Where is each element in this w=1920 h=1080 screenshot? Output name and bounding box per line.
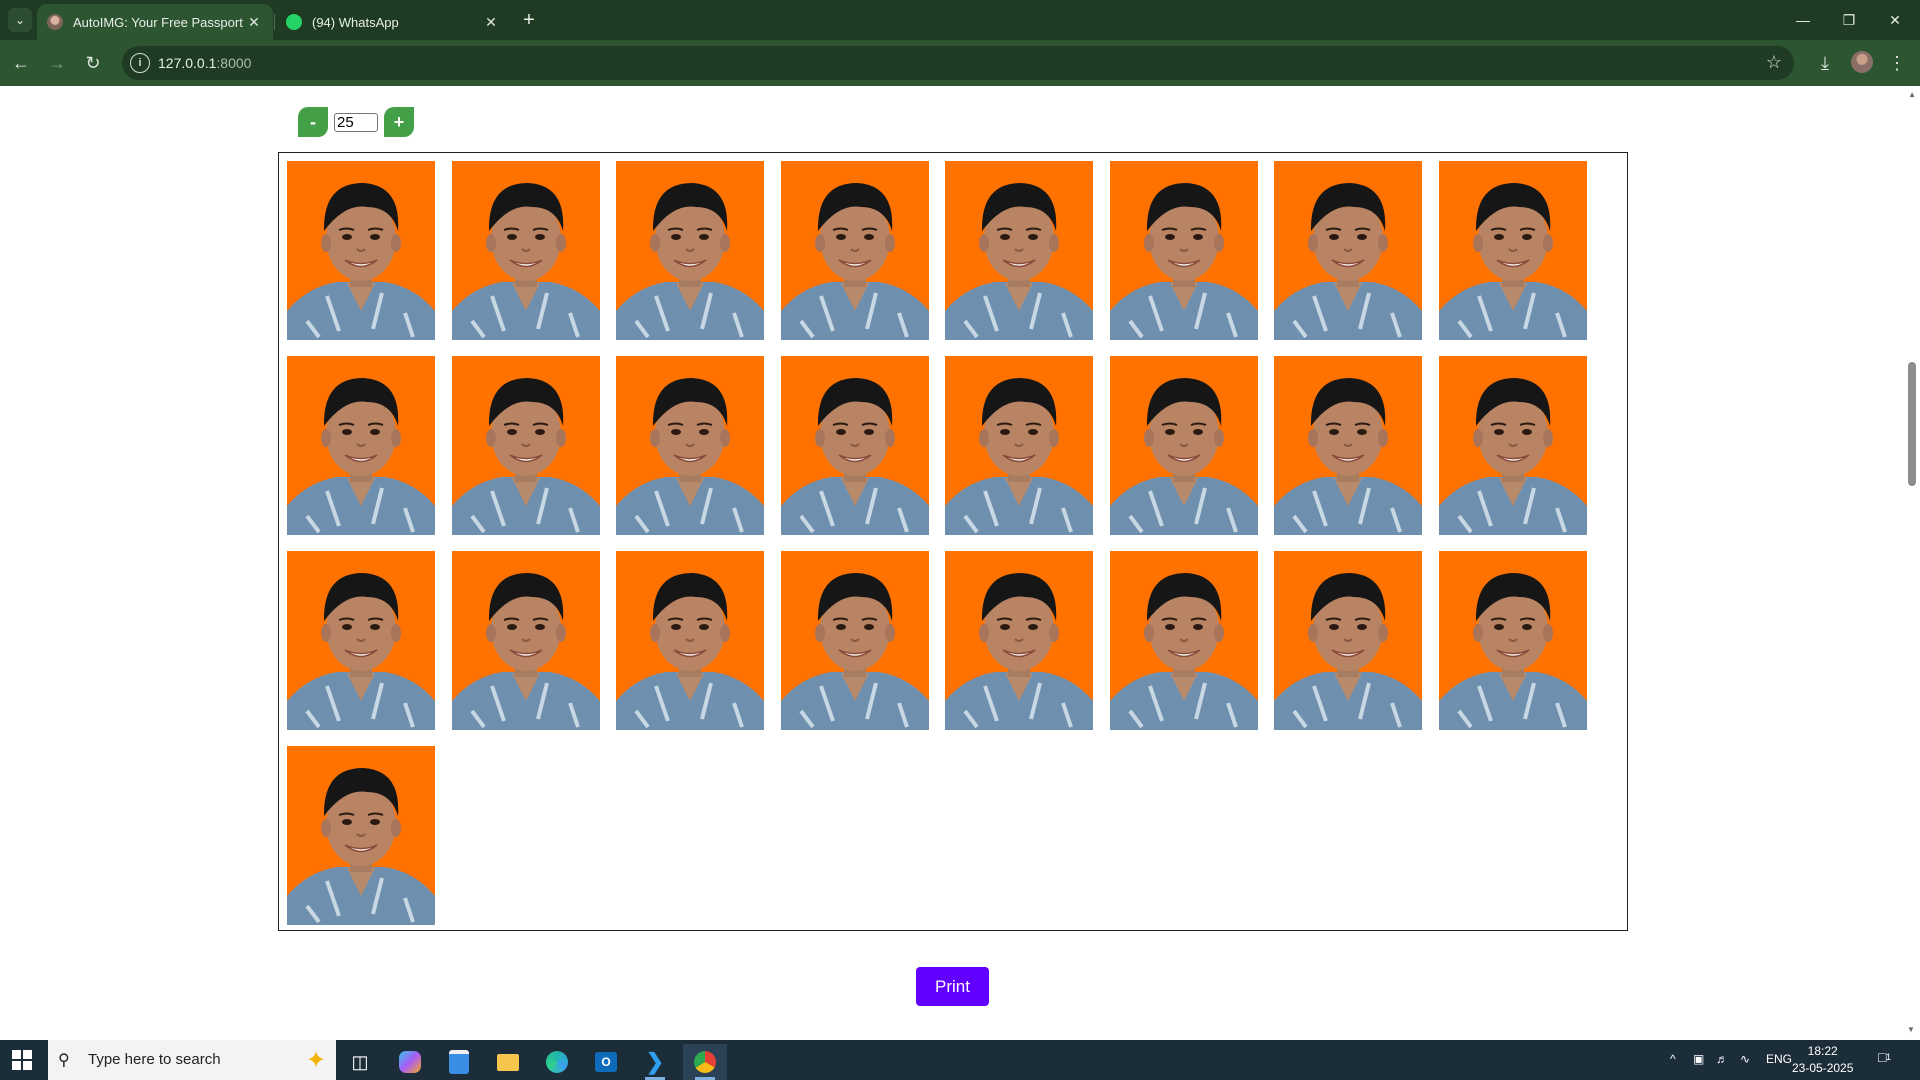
windows-taskbar: ⚲ Type here to search ✦ ◫ O ❯ ^ ▣ ♬ ∿ EN… (0, 1040, 1920, 1080)
close-icon[interactable]: ✕ (245, 13, 263, 31)
bookmark-star-icon[interactable]: ☆ (1766, 52, 1782, 73)
task-view-icon[interactable]: ◫ (338, 1044, 382, 1080)
profile-avatar[interactable] (1851, 51, 1873, 73)
clock[interactable]: 18:22 23-05-2025 (1792, 1043, 1853, 1077)
tab-title: AutoIMG: Your Free Passport to (73, 14, 245, 30)
back-icon[interactable]: ← (9, 51, 33, 75)
tab-search-icon[interactable]: ⌄ (8, 8, 32, 32)
passport-photo (1438, 161, 1587, 340)
download-icon[interactable]: ⤓ (1813, 51, 1837, 75)
passport-photo (1109, 551, 1258, 730)
forward-icon[interactable]: → (45, 51, 69, 75)
passport-photo (451, 356, 600, 535)
passport-photo (1438, 356, 1587, 535)
wifi-icon[interactable]: ∿ (1740, 1052, 1750, 1066)
window-close-icon[interactable]: ✕ (1872, 0, 1918, 40)
outlook-icon[interactable]: O (584, 1044, 628, 1080)
tab-whatsapp[interactable]: (94) WhatsApp ✕ (276, 4, 510, 40)
passport-photo (287, 161, 435, 340)
passport-photo (1109, 161, 1258, 340)
scroll-down-icon[interactable]: ▼ (1907, 1025, 1915, 1034)
passport-photo (287, 746, 435, 925)
url-host: 127.0.0.1 (158, 55, 217, 71)
taskbar-search-placeholder: Type here to search (88, 1051, 221, 1068)
tab-autoimg[interactable]: AutoIMG: Your Free Passport to ✕ (37, 4, 273, 40)
address-bar[interactable]: i 127.0.0.1:8000 ☆ (122, 46, 1794, 80)
print-button[interactable]: Print (916, 967, 989, 1006)
scroll-thumb[interactable] (1908, 362, 1916, 486)
photo-grid (287, 161, 1587, 925)
passport-photo (287, 551, 435, 730)
passport-photo (780, 161, 929, 340)
passport-photo (451, 551, 600, 730)
passport-photo (1274, 551, 1422, 730)
copilot-icon[interactable] (388, 1044, 432, 1080)
reload-icon[interactable]: ↻ (81, 51, 105, 75)
notification-count: 1 (1886, 1052, 1892, 1062)
photo-sheet (278, 152, 1628, 931)
menu-icon[interactable]: ⋮ (1885, 51, 1909, 75)
restore-icon[interactable]: ❐ (1826, 0, 1872, 40)
page-content: - 25 + Print (0, 86, 1920, 1040)
passport-photo (287, 356, 435, 535)
url-port: :8000 (216, 55, 252, 71)
url-text[interactable]: 127.0.0.1:8000 (158, 55, 251, 71)
passport-photo (616, 551, 764, 730)
volume-icon[interactable]: ♬ (1716, 1052, 1728, 1066)
minimize-icon[interactable]: — (1780, 0, 1826, 40)
passport-photo (1274, 356, 1422, 535)
passport-photo (780, 356, 929, 535)
sparkle-icon: ✦ (306, 1047, 327, 1074)
passport-photo (616, 356, 764, 535)
microsoft-store-icon[interactable] (437, 1044, 481, 1080)
taskbar-search-box[interactable]: ⚲ Type here to search ✦ (48, 1040, 336, 1080)
site-info-icon[interactable]: i (130, 53, 150, 73)
passport-photo (616, 161, 764, 340)
passport-photo (945, 161, 1093, 340)
increment-button[interactable]: + (384, 107, 414, 137)
scroll-up-icon[interactable]: ▲ (1908, 90, 1916, 99)
passport-photo (1438, 551, 1587, 730)
passport-photo (780, 551, 929, 730)
windows-start-icon[interactable] (12, 1050, 32, 1070)
tab-title: (94) WhatsApp (312, 14, 399, 30)
passport-photo (1109, 356, 1258, 535)
clock-date: 23-05-2025 (1792, 1061, 1854, 1075)
meet-now-icon[interactable]: ▣ (1693, 1052, 1704, 1066)
new-tab-icon[interactable]: + (518, 9, 540, 31)
tab-divider (274, 14, 275, 30)
passport-photo (945, 551, 1093, 730)
autoimg-favicon-icon (47, 14, 63, 30)
tab-bar: ⌄ AutoIMG: Your Free Passport to ✕ (94) … (0, 0, 1920, 40)
passport-photo (1274, 161, 1422, 340)
tray-chevron-icon[interactable]: ^ (1670, 1052, 1676, 1066)
browser-toolbar: ← → ↻ i 127.0.0.1:8000 ☆ ⤓ ⋮ (0, 40, 1920, 86)
edge-icon[interactable] (535, 1044, 579, 1080)
copies-input[interactable]: 25 (334, 112, 378, 132)
passport-photo (451, 161, 600, 340)
decrement-button[interactable]: - (298, 107, 328, 137)
language-indicator[interactable]: ENG (1766, 1052, 1792, 1066)
page-scrollbar[interactable] (1904, 86, 1920, 1040)
passport-photo (945, 356, 1093, 535)
copies-stepper: - 25 + (298, 106, 414, 138)
search-icon: ⚲ (58, 1052, 70, 1069)
notification-icon[interactable]: □ 1 (1878, 1049, 1900, 1069)
vscode-icon[interactable]: ❯ (633, 1044, 677, 1080)
clock-time: 18:22 (1807, 1044, 1838, 1058)
close-icon[interactable]: ✕ (482, 13, 500, 31)
whatsapp-icon (286, 14, 302, 30)
chrome-icon[interactable] (683, 1044, 727, 1080)
file-explorer-icon[interactable] (486, 1044, 530, 1080)
